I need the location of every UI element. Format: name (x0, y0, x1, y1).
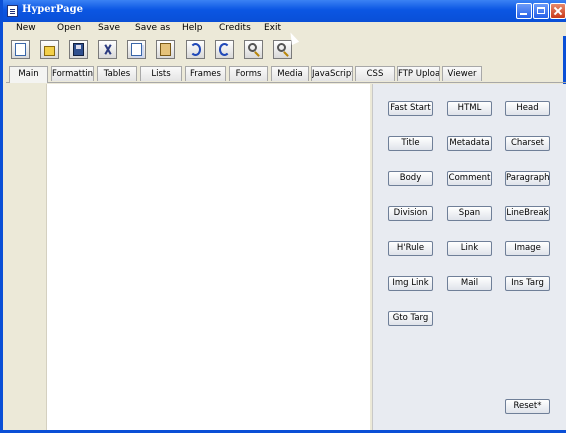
menu-open[interactable]: Open (57, 23, 81, 33)
linebreak-button[interactable]: LineBreak (505, 206, 550, 221)
paragraph-button[interactable]: Paragraph (505, 171, 550, 186)
comment-button[interactable]: Comment (447, 171, 492, 186)
tab-main[interactable]: Main (9, 66, 48, 83)
zoom-in-icon (248, 43, 257, 52)
ins-targ-button[interactable]: Ins Targ (505, 276, 550, 291)
tab-css[interactable]: CSS (355, 66, 395, 81)
reset-button[interactable]: Reset* (505, 399, 550, 414)
tab-strip: Main Formatting Tables Lists Frames Form… (6, 66, 566, 83)
maximize-button[interactable] (533, 3, 549, 19)
html-button[interactable]: HTML (447, 101, 492, 116)
new-button[interactable] (11, 40, 30, 59)
menu-save-as[interactable]: Save as (135, 23, 170, 33)
img-link-button[interactable]: Img Link (388, 276, 433, 291)
span-button[interactable]: Span (447, 206, 492, 221)
tab-javascript[interactable]: JavaScript (311, 66, 353, 81)
tab-frames[interactable]: Frames (185, 66, 226, 81)
window-title: HyperPage (22, 4, 83, 15)
open-button[interactable] (40, 40, 59, 59)
copy-icon (131, 43, 142, 56)
open-folder-icon (44, 46, 55, 56)
zoom-out-icon (277, 43, 286, 52)
save-disk-icon (73, 43, 84, 56)
charset-button[interactable]: Charset (505, 136, 550, 151)
tag-button-panel: Fast Start HTML Head Title Metadata Char… (372, 84, 566, 430)
minimize-button[interactable] (516, 3, 532, 19)
new-document-icon (15, 43, 26, 56)
menu-exit[interactable]: Exit (264, 23, 281, 33)
menu-help[interactable]: Help (182, 23, 203, 33)
save-button[interactable] (69, 40, 88, 59)
undo-icon (190, 43, 201, 56)
copy-button[interactable] (127, 40, 146, 59)
cut-scissors-icon (102, 43, 113, 56)
menu-credits[interactable]: Credits (219, 23, 251, 33)
app-icon (7, 5, 18, 17)
paste-button[interactable] (156, 40, 175, 59)
menu-new[interactable]: New (16, 23, 36, 33)
close-button[interactable] (550, 3, 566, 19)
title-bar[interactable]: HyperPage (3, 0, 566, 22)
head-button[interactable]: Head (505, 101, 550, 116)
fast-start-button[interactable]: Fast Start (388, 101, 433, 116)
tab-lists[interactable]: Lists (140, 66, 182, 81)
title-button[interactable]: Title (388, 136, 433, 151)
gto-targ-button[interactable]: Gto Targ (388, 311, 433, 326)
link-button[interactable]: Link (447, 241, 492, 256)
metadata-button[interactable]: Metadata (447, 136, 492, 151)
paste-icon (160, 43, 171, 56)
tab-forms[interactable]: Forms (229, 66, 268, 81)
tab-media[interactable]: Media (271, 66, 309, 81)
undo-button[interactable] (186, 40, 205, 59)
zoom-out-button[interactable] (273, 40, 292, 59)
image-button[interactable]: Image (505, 241, 550, 256)
mail-button[interactable]: Mail (447, 276, 492, 291)
tab-tables[interactable]: Tables (97, 66, 137, 81)
tab-formatting[interactable]: Formatting (51, 66, 94, 81)
zoom-in-button[interactable] (244, 40, 263, 59)
toolbar (6, 38, 566, 64)
html-editor-area[interactable] (47, 84, 370, 430)
redo-icon (219, 43, 230, 56)
cut-button[interactable] (98, 40, 117, 59)
division-button[interactable]: Division (388, 206, 433, 221)
tab-ftp-upload[interactable]: FTP Upload (397, 66, 440, 81)
redo-button[interactable] (215, 40, 234, 59)
hrule-button[interactable]: H'Rule (388, 241, 433, 256)
menu-save[interactable]: Save (98, 23, 120, 33)
body-button[interactable]: Body (388, 171, 433, 186)
tab-viewer[interactable]: Viewer (442, 66, 482, 81)
app-window: HyperPage New Open Save Save as Help Cre… (0, 0, 566, 433)
line-gutter (6, 84, 47, 430)
